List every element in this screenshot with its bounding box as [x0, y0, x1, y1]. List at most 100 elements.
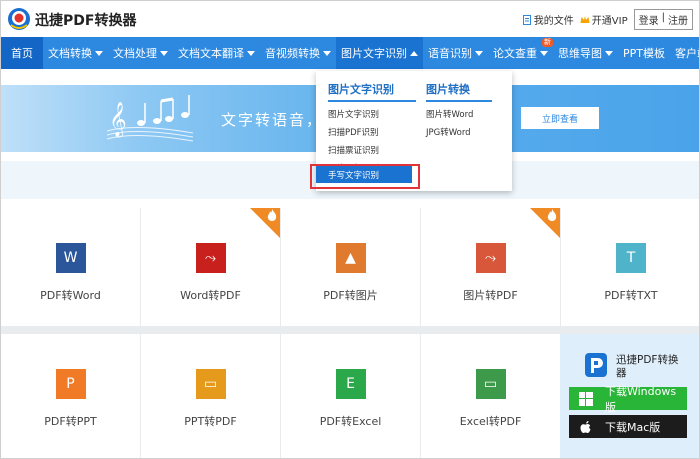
- tool-pdf-to-excel[interactable]: E PDF转Excel: [281, 334, 420, 458]
- pdf-glyph: ⤳: [204, 250, 217, 266]
- excel-pdf-glyph: ▭: [483, 376, 498, 392]
- register-link[interactable]: 注册: [668, 12, 688, 27]
- menu-item-image-to-word[interactable]: 图片转Word: [426, 108, 492, 120]
- tool-word-to-pdf[interactable]: ⤳ Word转PDF: [141, 208, 280, 326]
- tool-label: PPT转PDF: [184, 415, 237, 428]
- login-link[interactable]: 登录: [639, 12, 659, 27]
- tool-excel-to-pdf[interactable]: ▭ Excel转PDF: [421, 334, 560, 458]
- excel-glyph: E: [346, 376, 355, 392]
- flame-icon: [547, 209, 557, 221]
- image-icon: ▲: [335, 243, 366, 273]
- nav-home-label: 首页: [11, 47, 33, 60]
- caret-down-icon: [475, 50, 483, 56]
- caret-down-icon: [160, 50, 168, 56]
- pdf-glyph: ⤳: [484, 250, 497, 266]
- tool-pdf-to-image[interactable]: ▲ PDF转图片: [281, 208, 420, 326]
- download-windows-button[interactable]: 下载Windows版: [569, 385, 687, 414]
- dropdown-heading[interactable]: 图片转换: [426, 81, 492, 102]
- txt-glyph: T: [626, 250, 636, 266]
- menu-item-image-ocr[interactable]: 图片文字识别: [328, 108, 416, 120]
- main-nav: 首页 文档转换 文档处理 文档文本翻译 音视频转换 图片文字识别 语音识别 论文…: [1, 37, 699, 69]
- tool-label: Word转PDF: [180, 289, 241, 302]
- ppt-icon: P: [55, 369, 86, 399]
- nav-ppt[interactable]: PPT模板: [618, 37, 670, 69]
- crown-icon: [580, 15, 590, 23]
- image-glyph: ▲: [345, 250, 356, 266]
- nav-ppt-label: PPT模板: [623, 47, 665, 60]
- windows-icon: [579, 391, 593, 406]
- download-windows-label: 下载Windows版: [604, 384, 677, 414]
- caret-down-icon: [605, 50, 613, 56]
- tool-label: PDF转PPT: [44, 415, 97, 428]
- nav-doc-convert[interactable]: 文档转换: [43, 37, 108, 69]
- excel-icon: E: [335, 369, 366, 399]
- banner-view-button[interactable]: 立即查看: [521, 107, 599, 129]
- dropdown-heading[interactable]: 图片文字识别: [328, 81, 416, 102]
- nav-mindmap[interactable]: 思维导图: [553, 37, 618, 69]
- top-header: 迅捷PDF转换器 我的文件 开通VIP 登录 | 注册: [1, 1, 699, 37]
- tool-pdf-to-txt[interactable]: T PDF转TXT: [561, 208, 699, 326]
- tool-label: PDF转TXT: [604, 289, 658, 302]
- nav-image-ocr[interactable]: 图片文字识别: [336, 37, 423, 69]
- apple-icon: [580, 420, 591, 433]
- caret-down-icon: [323, 50, 331, 56]
- nav-doc-convert-label: 文档转换: [48, 47, 92, 60]
- nav-av-convert-label: 音视频转换: [265, 47, 320, 60]
- my-files-label: 我的文件: [533, 16, 574, 27]
- brand-name[interactable]: 迅捷PDF转换器: [35, 10, 136, 30]
- new-badge: 新: [542, 38, 553, 47]
- menu-item-scan-pdf-ocr[interactable]: 扫描PDF识别: [328, 126, 416, 138]
- nav-av-convert[interactable]: 音视频转换: [260, 37, 336, 69]
- app-logo-icon: [585, 353, 607, 377]
- tool-label: 图片转PDF: [463, 289, 518, 302]
- nav-doc-process[interactable]: 文档处理: [108, 37, 173, 69]
- vip-link[interactable]: 开通VIP: [580, 12, 628, 27]
- nav-doc-translate[interactable]: 文档文本翻译: [173, 37, 260, 69]
- banner-headline: 文字转语音，: [221, 111, 324, 129]
- file-icon: [522, 14, 531, 25]
- menu-item-jpg-to-word[interactable]: JPG转Word: [426, 126, 492, 138]
- excel-pdf-icon: ▭: [475, 369, 506, 399]
- word-glyph: W: [63, 250, 78, 266]
- dropdown-col-ocr: 图片文字识别 图片文字识别 扫描PDF识别 扫描票证识别 图片局部识别: [328, 81, 416, 174]
- menu-item-ticket-ocr[interactable]: 扫描票证识别: [328, 144, 416, 156]
- tool-label: PDF转Word: [40, 289, 101, 302]
- brand-logo-icon[interactable]: [7, 7, 31, 31]
- separator: |: [661, 12, 665, 23]
- caret-up-icon: [410, 50, 418, 56]
- flame-icon: [267, 209, 277, 221]
- svg-text:𝄞: 𝄞: [109, 102, 127, 138]
- ppt-pdf-icon: ▭: [195, 369, 226, 399]
- tool-pdf-to-word[interactable]: W PDF转Word: [1, 208, 140, 326]
- nav-paper-check[interactable]: 论文查重新: [488, 37, 553, 69]
- login-register-box: 登录 | 注册: [633, 9, 693, 30]
- app-name: 迅捷PDF转换器: [616, 354, 679, 379]
- caret-down-icon: [540, 50, 548, 56]
- dropdown-col-image-convert: 图片转换 图片转Word JPG转Word: [426, 81, 492, 138]
- nav-client[interactable]: 客户端: [670, 37, 699, 69]
- pdf-icon: ⤳: [195, 243, 226, 273]
- nav-mindmap-label: 思维导图: [558, 47, 602, 60]
- tool-image-to-pdf[interactable]: ⤳ 图片转PDF: [421, 208, 560, 326]
- download-mac-button[interactable]: 下载Mac版: [569, 415, 687, 438]
- my-files-link[interactable]: 我的文件: [522, 12, 574, 27]
- header-actions: 我的文件 开通VIP 登录 | 注册: [522, 9, 693, 30]
- music-notes-icon: 𝄞: [106, 95, 194, 142]
- caret-down-icon: [95, 50, 103, 56]
- nav-doc-process-label: 文档处理: [113, 47, 157, 60]
- tool-label: PDF转图片: [323, 289, 378, 302]
- nav-client-label: 客户端: [675, 47, 699, 60]
- download-mac-label: 下载Mac版: [605, 420, 661, 434]
- pdf-icon: ⤳: [475, 243, 506, 273]
- word-icon: W: [55, 243, 86, 273]
- tool-ppt-to-pdf[interactable]: ▭ PPT转PDF: [141, 334, 280, 458]
- nav-home[interactable]: 首页: [1, 37, 43, 69]
- download-panel: 迅捷PDF转换器 下载Windows版 下载Mac版: [560, 334, 699, 458]
- nav-speech[interactable]: 语音识别: [423, 37, 488, 69]
- txt-icon: T: [616, 243, 646, 273]
- ppt-pdf-glyph: ▭: [203, 376, 218, 392]
- tool-pdf-to-ppt[interactable]: P PDF转PPT: [1, 334, 140, 458]
- nav-speech-label: 语音识别: [428, 47, 472, 60]
- tool-label: PDF转Excel: [319, 415, 382, 428]
- caret-down-icon: [247, 50, 255, 56]
